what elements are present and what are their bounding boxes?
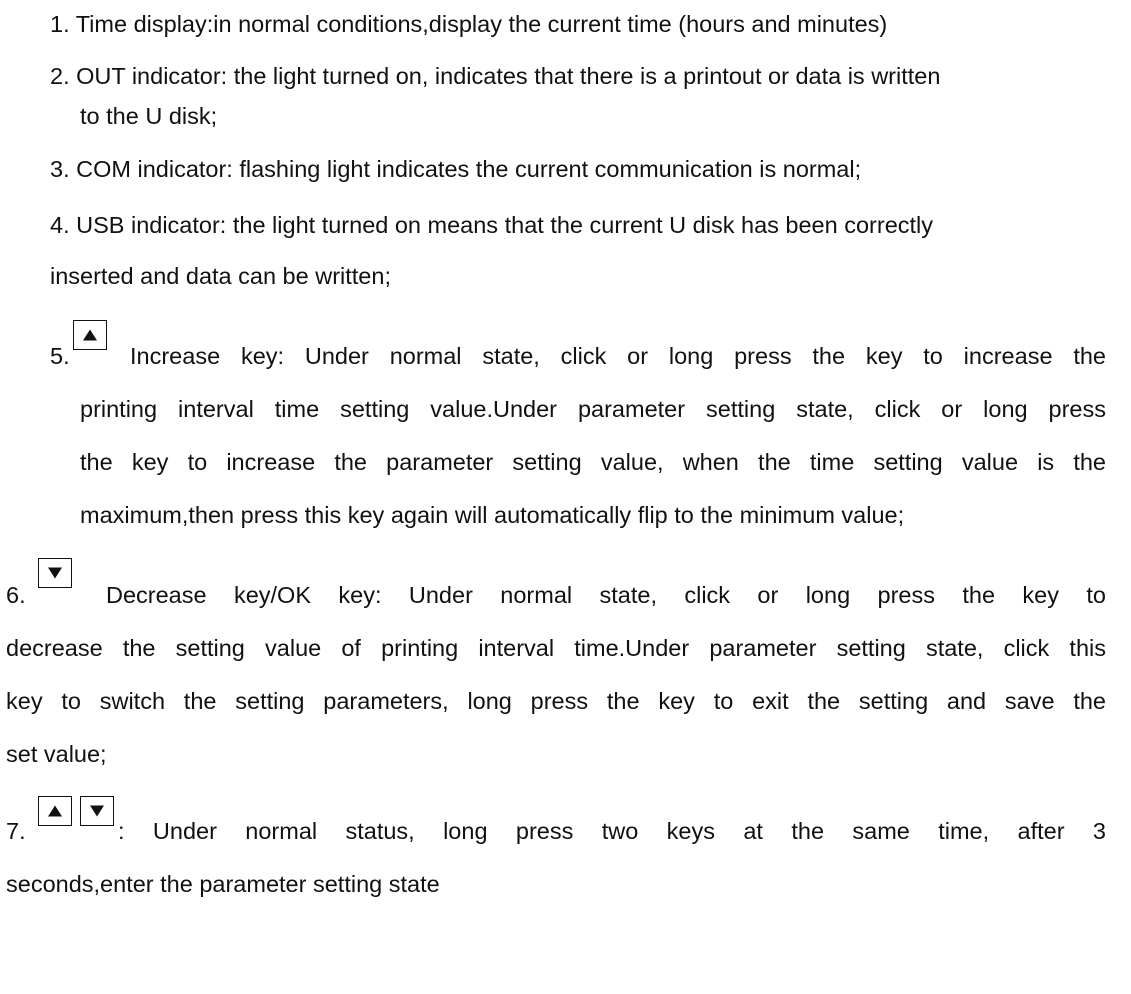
item-7-combo-keys-line1: : Under normal status, long press two ke…	[118, 818, 1106, 844]
item-7-combo-keys-line2: seconds,enter the parameter setting stat…	[6, 871, 440, 897]
manual-page: 1. Time display:in normal conditions,dis…	[0, 0, 1131, 994]
item-3-com-indicator: 3. COM indicator: flashing light indicat…	[50, 156, 862, 182]
item-6-decrease-key-line2: decrease the setting value of printing i…	[6, 635, 1106, 661]
down-arrow-key-icon	[80, 796, 114, 826]
item-6-decrease-key-line3: key to switch the setting parameters, lo…	[6, 688, 1106, 714]
item-7-number: 7.	[6, 818, 26, 844]
item-2-out-indicator-line1: 2. OUT indicator: the light turned on, i…	[50, 63, 941, 89]
item-2-out-indicator-line2: to the U disk;	[80, 103, 218, 129]
up-arrow-key-icon	[38, 796, 72, 826]
item-1-time-display: 1. Time display:in normal conditions,dis…	[50, 11, 888, 37]
item-4-usb-indicator-line1: 4. USB indicator: the light turned on me…	[50, 212, 934, 238]
item-4-usb-indicator-line2: inserted and data can be written;	[50, 263, 391, 289]
item-5-increase-key-line1: Increase key: Under normal state, click …	[130, 343, 1106, 369]
item-6-number: 6.	[6, 582, 26, 608]
down-arrow-key-icon	[38, 558, 72, 588]
up-arrow-key-icon	[73, 320, 107, 350]
item-6-decrease-key-line4: set value;	[6, 741, 107, 767]
item-5-number: 5.	[50, 343, 70, 369]
item-6-decrease-key-line1: Decrease key/OK key: Under normal state,…	[106, 582, 1106, 608]
item-5-increase-key-line4: maximum,then press this key again will a…	[80, 502, 905, 528]
item-5-increase-key-line3: the key to increase the parameter settin…	[80, 449, 1106, 475]
item-5-increase-key-line2: printing interval time setting value.Und…	[80, 396, 1106, 422]
